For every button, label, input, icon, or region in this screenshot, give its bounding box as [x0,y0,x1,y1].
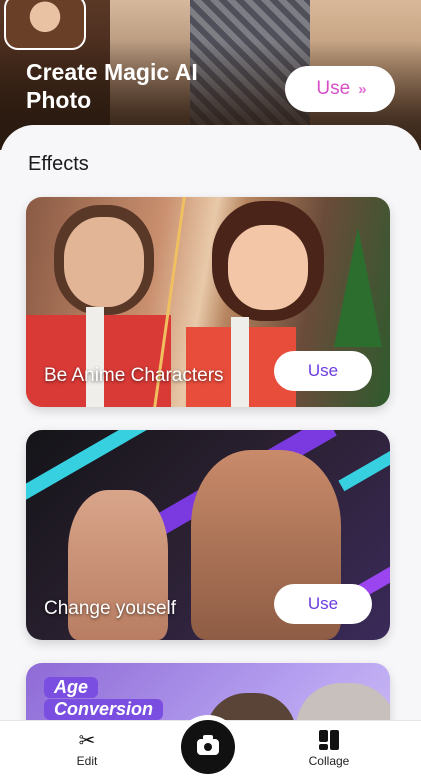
effect-use-button[interactable]: Use [274,584,372,624]
nav-edit[interactable]: ✂ Edit [52,729,122,769]
effect-card-label: Change youself [44,598,177,619]
card-image-part [64,217,144,307]
effect-card-label: Be Anime Characters [44,365,224,386]
nav-edit-label: Edit [76,754,98,768]
camera-icon [197,735,219,755]
hero-thumbnail [4,0,86,50]
effect-card-change[interactable]: Change youself Use [26,430,390,640]
age-conversion-badge: Conversion [44,699,164,720]
collage-icon [318,729,340,751]
card-image-part [338,440,390,492]
age-conversion-badge: Age [44,677,99,698]
card-image-part [86,307,104,407]
card-image-part [231,317,249,407]
camera-button[interactable] [181,720,235,774]
nav-collage-label: Collage [308,754,350,768]
scissors-icon: ✂ [78,729,96,752]
effects-sheet: Effects Be Anime Characters Use Change y… [0,125,421,779]
double-chevron-right-icon: » [358,80,367,98]
card-image-part [228,225,308,310]
section-title: Effects [28,153,89,175]
nav-collage[interactable]: Collage [294,729,364,768]
effect-card-anime[interactable]: Be Anime Characters Use [26,197,390,407]
effect-use-button[interactable]: Use [274,351,372,391]
hero-use-button[interactable]: Use » [285,66,395,112]
card-image-part [334,227,382,347]
hero-use-label: Use [316,78,351,99]
hero-title: Create Magic AI Photo [26,59,198,113]
